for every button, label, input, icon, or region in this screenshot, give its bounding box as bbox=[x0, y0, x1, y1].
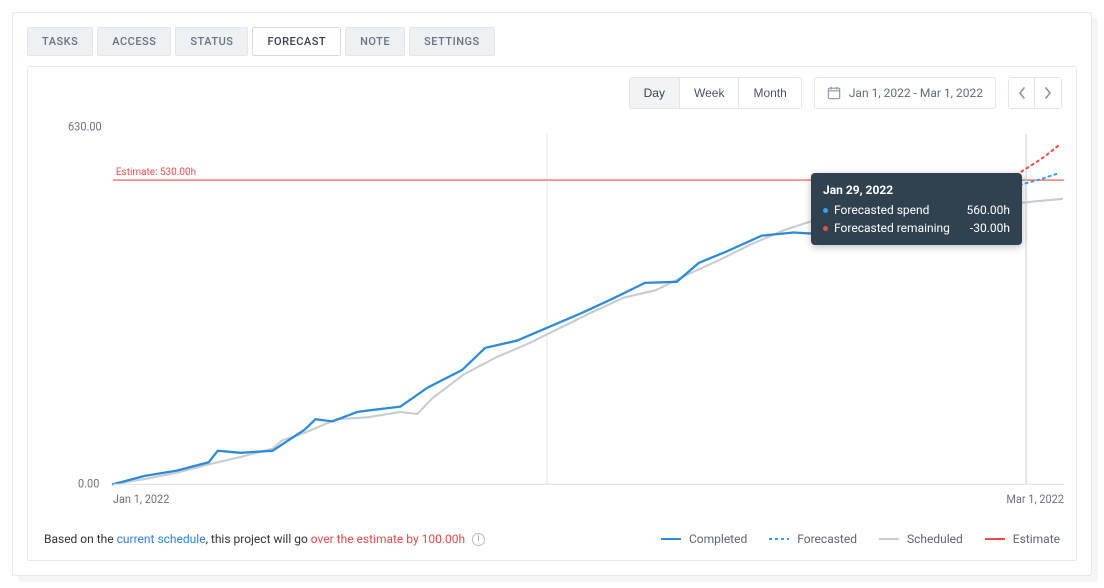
panel-footer: Based on the current schedule, this proj… bbox=[28, 520, 1076, 560]
current-schedule-link[interactable]: current schedule bbox=[117, 532, 206, 546]
swatch-icon bbox=[769, 538, 789, 540]
legend: Completed Forecasted Scheduled Estimate bbox=[661, 532, 1060, 546]
tab-tasks[interactable]: TASKS bbox=[27, 27, 93, 56]
forecast-chart: 630.00 0.00 Estimate: 530.00h bbox=[68, 115, 1066, 514]
x-tick-start: Jan 1, 2022 bbox=[113, 493, 169, 506]
date-nav bbox=[1008, 77, 1062, 109]
granularity-day[interactable]: Day bbox=[630, 78, 680, 108]
series-completed bbox=[113, 218, 898, 484]
series-scheduled bbox=[113, 199, 1062, 484]
tab-settings[interactable]: SETTINGS bbox=[409, 27, 495, 56]
tab-forecast[interactable]: FORECAST bbox=[252, 27, 341, 56]
granularity-month[interactable]: Month bbox=[739, 78, 800, 108]
x-tick-end: Mar 1, 2022 bbox=[1006, 493, 1064, 506]
chevron-right-icon bbox=[1044, 87, 1052, 99]
swatch-icon bbox=[879, 538, 899, 540]
swatch-icon bbox=[985, 538, 1005, 540]
date-range-picker[interactable]: Jan 1, 2022 - Mar 1, 2022 bbox=[814, 77, 996, 109]
summary-text: Based on the current schedule, this proj… bbox=[44, 532, 485, 546]
granularity-group: Day Week Month bbox=[629, 77, 802, 109]
tabs-bar: TASKS ACCESS STATUS FORECAST NOTE SETTIN… bbox=[13, 13, 1091, 66]
info-icon[interactable]: i bbox=[472, 533, 485, 546]
legend-completed: Completed bbox=[661, 532, 747, 546]
tab-status[interactable]: STATUS bbox=[175, 27, 248, 56]
series-forecast-over bbox=[1011, 144, 1060, 178]
y-tick-top: 630.00 bbox=[68, 120, 102, 133]
over-estimate-text: over the estimate by 100.00h bbox=[311, 532, 465, 546]
tab-access[interactable]: ACCESS bbox=[97, 27, 171, 56]
panel-toolbar: Day Week Month Jan 1, 2022 - Mar 1, 2022 bbox=[28, 67, 1076, 115]
chart-area[interactable]: 630.00 0.00 Estimate: 530.00h bbox=[28, 115, 1076, 520]
legend-forecasted: Forecasted bbox=[769, 532, 857, 546]
chevron-left-icon bbox=[1018, 87, 1026, 99]
next-range-button[interactable] bbox=[1035, 78, 1061, 108]
prev-range-button[interactable] bbox=[1009, 78, 1035, 108]
date-range-text: Jan 1, 2022 - Mar 1, 2022 bbox=[849, 86, 983, 100]
chart-panel: Day Week Month Jan 1, 2022 - Mar 1, 2022 bbox=[27, 66, 1077, 561]
forecast-card: TASKS ACCESS STATUS FORECAST NOTE SETTIN… bbox=[12, 12, 1092, 576]
tab-note[interactable]: NOTE bbox=[345, 27, 405, 56]
y-tick-bot: 0.00 bbox=[78, 477, 99, 490]
granularity-week[interactable]: Week bbox=[680, 78, 739, 108]
calendar-icon bbox=[827, 86, 841, 100]
legend-estimate: Estimate bbox=[985, 532, 1060, 546]
legend-scheduled: Scheduled bbox=[879, 532, 963, 546]
swatch-icon bbox=[661, 538, 681, 540]
estimate-label: Estimate: 530.00h bbox=[116, 167, 196, 178]
